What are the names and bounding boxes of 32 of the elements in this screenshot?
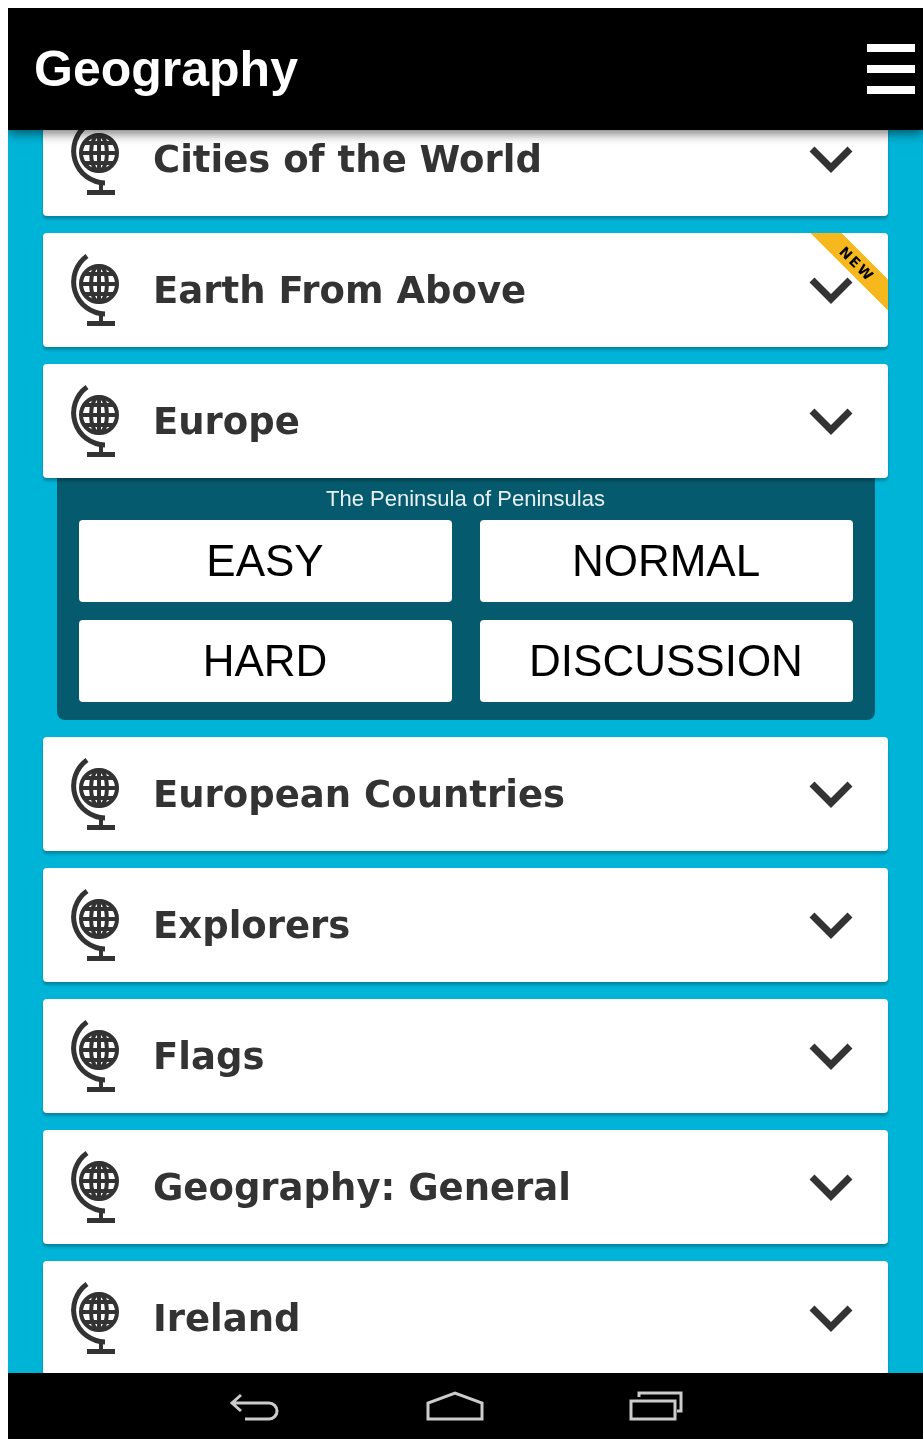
category-title: Earth From Above xyxy=(153,268,528,312)
chevron-down-icon[interactable] xyxy=(808,779,854,809)
category-card[interactable]: Flags xyxy=(43,999,888,1113)
category-card[interactable]: Europe xyxy=(43,364,888,478)
category-card[interactable]: Ireland xyxy=(43,1261,888,1373)
category-card[interactable]: European Countries xyxy=(43,737,888,851)
back-icon[interactable] xyxy=(228,1391,281,1421)
difficulty-button[interactable]: HARD xyxy=(78,620,452,702)
chevron-down-icon[interactable] xyxy=(808,1172,854,1202)
chevron-down-icon[interactable] xyxy=(808,144,854,174)
difficulty-button[interactable]: EASY xyxy=(78,520,452,602)
chevron-down-icon[interactable] xyxy=(808,406,854,436)
category-title: Europe xyxy=(153,399,301,443)
category-card[interactable]: Cities of the World xyxy=(43,130,888,216)
chevron-down-icon[interactable] xyxy=(808,1041,854,1071)
chevron-down-icon[interactable] xyxy=(808,1303,854,1333)
difficulty-button[interactable]: DISCUSSION xyxy=(479,620,853,702)
menu-icon[interactable] xyxy=(867,42,915,96)
home-icon[interactable] xyxy=(425,1391,484,1421)
app-title: Geography xyxy=(34,40,298,98)
category-subtitle: The Peninsula of Peninsulas xyxy=(326,486,605,512)
category-title: Flags xyxy=(153,1034,266,1078)
category-title: Explorers xyxy=(153,903,352,947)
category-title: Geography: General xyxy=(153,1165,572,1209)
chevron-down-icon[interactable] xyxy=(808,910,854,940)
category-card[interactable]: Explorers xyxy=(43,868,888,982)
recent-apps-icon[interactable] xyxy=(628,1391,683,1421)
difficulty-button[interactable]: NORMAL xyxy=(479,520,853,602)
category-title: Ireland xyxy=(153,1296,302,1340)
category-title: Cities of the World xyxy=(153,137,543,181)
category-title: European Countries xyxy=(153,772,567,816)
category-card[interactable]: Geography: General xyxy=(43,1130,888,1244)
